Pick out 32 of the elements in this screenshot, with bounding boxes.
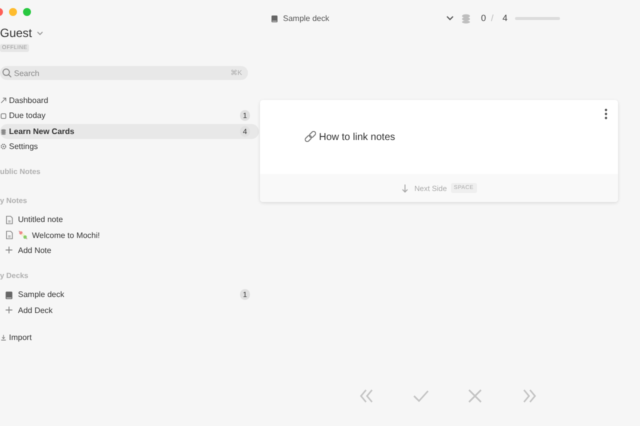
sidebar-item[interactable]: Import: [0, 330, 259, 345]
plus-icon: [4, 245, 14, 256]
chevron-down-icon[interactable]: [445, 13, 455, 23]
stack-icon: [0, 126, 7, 136]
book-icon: [4, 290, 14, 300]
progress-total: 4: [502, 13, 508, 23]
window-control-dot[interactable]: [9, 8, 17, 16]
skewer-icon: [18, 230, 28, 240]
document-icon: [4, 230, 14, 240]
sidebar-item[interactable]: Welcome to Mochi!: [0, 227, 259, 243]
link-icon: [304, 130, 317, 144]
account-name[interactable]: Guest: [0, 26, 32, 40]
sidebar-item[interactable]: Untitled note: [0, 212, 259, 228]
calendar-icon: [0, 111, 7, 120]
progress-count: 0: [481, 13, 486, 23]
arrow-down-icon: [401, 184, 410, 192]
arrow-icon: [0, 96, 7, 106]
deck-title[interactable]: Sample deck: [270, 14, 445, 22]
window-control-dot[interactable]: [23, 8, 31, 16]
card-title: How to link notes: [319, 132, 396, 142]
stack-icon: [460, 12, 472, 24]
download-icon: [0, 332, 7, 342]
sidebar-item[interactable]: Dashboard: [0, 93, 259, 108]
sidebar-item[interactable]: Add Deck: [0, 302, 259, 318]
sidebar-item[interactable]: Add Note: [0, 242, 259, 258]
document-icon: [4, 214, 14, 225]
more-icon[interactable]: [604, 108, 608, 120]
progress-separator: /: [491, 13, 494, 23]
plus-icon: [4, 305, 14, 316]
sidebar-item[interactable]: Settings: [0, 138, 259, 154]
gear-icon: [0, 142, 7, 152]
book-icon: [270, 14, 279, 22]
